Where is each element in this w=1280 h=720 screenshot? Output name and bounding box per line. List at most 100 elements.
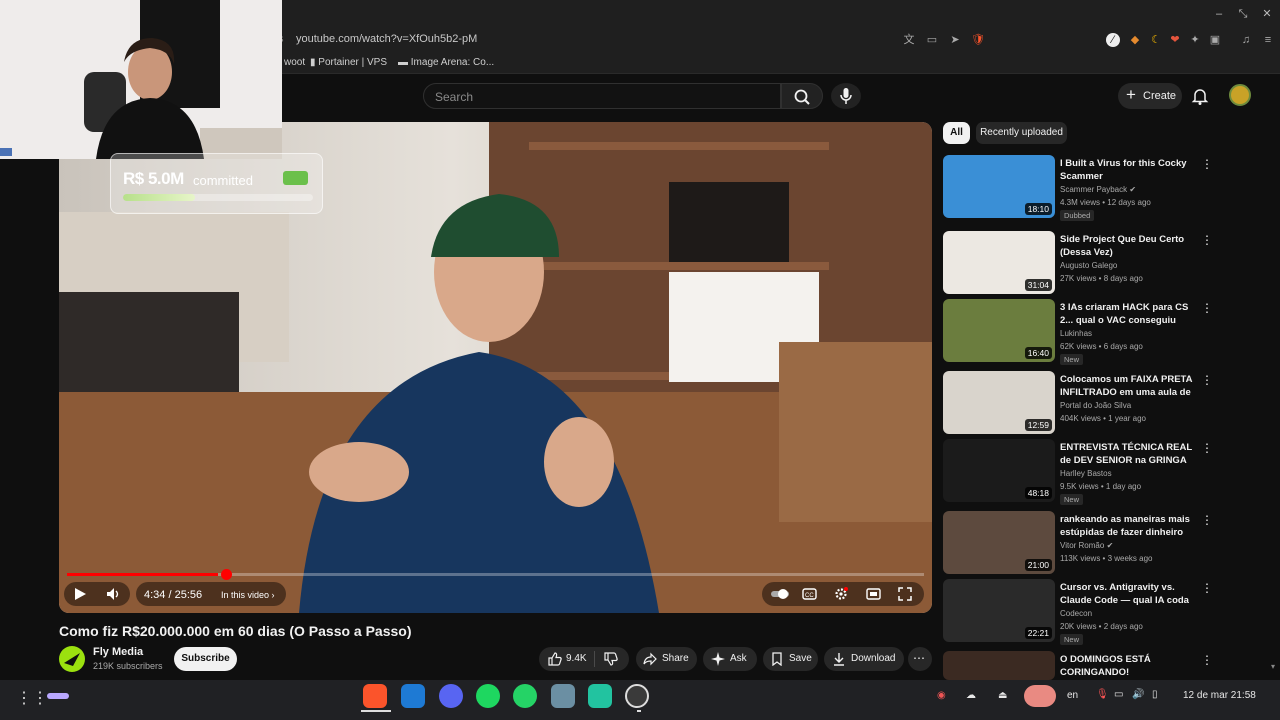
voice-search-button[interactable]	[831, 83, 861, 109]
more-vertical-icon[interactable]: ⋮	[1201, 441, 1213, 455]
recommendation-channel[interactable]: Scammer Payback ✔	[1060, 185, 1136, 194]
settings-gear-icon[interactable]	[834, 587, 848, 604]
brave-browser-icon[interactable]	[363, 684, 387, 708]
workspace-indicator[interactable]	[47, 693, 69, 699]
menu-icon[interactable]: ≡	[1261, 33, 1275, 47]
cloud-icon[interactable]: ☁	[966, 690, 976, 701]
more-vertical-icon[interactable]: ⋮	[1201, 581, 1213, 595]
download-button[interactable]: Download	[824, 647, 904, 671]
whatsapp-icon[interactable]	[513, 684, 537, 708]
bookmark-item[interactable]: ▮ Portainer | VPS	[310, 57, 387, 68]
recommendation-title[interactable]: Colocamos um FAIXA PRETA INFILTRADO em u…	[1060, 373, 1195, 399]
extension-moon-icon[interactable]: ☾	[1149, 33, 1163, 47]
sidebar-icon[interactable]: ▣	[1208, 33, 1222, 47]
autoplay-toggle[interactable]	[770, 587, 790, 604]
restore-icon[interactable]: ⤡	[1235, 6, 1251, 22]
search-button[interactable]	[781, 83, 823, 109]
more-vertical-icon[interactable]: ⋮	[1201, 373, 1213, 387]
recommendation-channel[interactable]: Augusto Galego	[1060, 261, 1117, 270]
recommendation-channel[interactable]: Harlley Bastos	[1060, 469, 1112, 478]
more-vertical-icon[interactable]: ⋮	[1201, 233, 1213, 247]
more-vertical-icon[interactable]: ⋮	[1201, 157, 1213, 171]
recommendation-channel[interactable]: Lukinhas	[1060, 329, 1092, 338]
volume-icon[interactable]	[106, 587, 120, 604]
create-button[interactable]: + Create	[1118, 83, 1182, 109]
video-thumbnail[interactable]: 21:00	[943, 511, 1055, 574]
ask-button[interactable]: Ask	[703, 647, 757, 671]
channel-avatar[interactable]	[59, 646, 85, 672]
recommendation-title[interactable]: rankeando as maneiras mais estúpidas de …	[1060, 513, 1195, 539]
video-thumbnail[interactable]: 22:21	[943, 579, 1055, 642]
captions-icon[interactable]: CC	[802, 587, 817, 604]
extension-fox-icon[interactable]: ◆	[1128, 33, 1142, 47]
recommendation-channel[interactable]: Portal do João Silva	[1060, 401, 1131, 410]
close-icon[interactable]: ✕	[1259, 6, 1275, 22]
media-icon[interactable]: ♫	[1239, 33, 1253, 47]
files-icon[interactable]	[551, 684, 575, 708]
scroll-down-icon[interactable]: ▾	[1271, 662, 1277, 672]
clock[interactable]: 12 de mar 21:58	[1183, 690, 1256, 701]
app-grid-icon[interactable]: ⋮⋮	[16, 688, 48, 708]
keyboard-layout[interactable]: en	[1067, 690, 1078, 701]
recommendation-title[interactable]: O DOMINGOS ESTÁ CORINGANDO!	[1060, 653, 1195, 679]
eject-icon[interactable]: ⏏	[998, 690, 1007, 701]
chip-recently-uploaded[interactable]: Recently uploaded	[976, 122, 1067, 144]
more-vertical-icon[interactable]: ⋮	[1201, 513, 1213, 527]
notifications-bell-icon[interactable]	[1190, 86, 1210, 106]
recommendation-title[interactable]: Side Project Que Deu Certo (Dessa Vez)	[1060, 233, 1195, 259]
more-actions-button[interactable]: ⋯	[908, 647, 932, 671]
recommendation-channel[interactable]: Codecon	[1060, 609, 1092, 618]
discord-icon[interactable]	[439, 684, 463, 708]
video-thumbnail[interactable]: 18:10	[943, 155, 1055, 218]
recommendation-item[interactable]: 31:04 Side Project Que Deu Certo (Dessa V…	[943, 231, 1263, 295]
dislike-icon[interactable]	[604, 652, 618, 666]
send-icon[interactable]: ➤	[948, 33, 962, 47]
progress-scrubber[interactable]	[220, 569, 232, 580]
account-avatar[interactable]	[1229, 84, 1251, 106]
brave-shields-icon[interactable]: 🛡	[971, 33, 985, 47]
extension-heart-icon[interactable]: ❤	[1168, 33, 1182, 47]
fullscreen-icon[interactable]	[898, 587, 912, 604]
recommendation-title[interactable]: ENTREVISTA TÉCNICA REAL de DEV SENIOR na…	[1060, 441, 1195, 467]
more-vertical-icon[interactable]: ⋮	[1201, 653, 1213, 667]
screen-share-indicator[interactable]	[1024, 685, 1056, 707]
like-icon[interactable]	[548, 652, 562, 666]
recommendation-item[interactable]: 21:00 rankeando as maneiras mais estúpida…	[943, 511, 1263, 575]
theater-mode-icon[interactable]	[866, 587, 881, 604]
postman-icon[interactable]	[588, 684, 612, 708]
recommendation-title[interactable]: I Built a Virus for this Cocky Scammer	[1060, 157, 1195, 183]
minimize-icon[interactable]: –	[1211, 6, 1227, 22]
save-button[interactable]: Save	[763, 647, 818, 671]
recommendation-title[interactable]: 3 IAs criaram HACK para CS 2... qual o V…	[1060, 301, 1195, 327]
like-count[interactable]: 9.4K	[566, 653, 587, 664]
video-thumbnail[interactable]: 48:18	[943, 439, 1055, 502]
recommendation-item[interactable]: 18:10 I Built a Virus for this Cocky Scam…	[943, 155, 1263, 221]
subscribe-button[interactable]: Subscribe	[174, 647, 237, 671]
bookmark-item[interactable]: ▬ Image Arena: Co...	[398, 57, 494, 68]
extension-icon[interactable]: ∕	[1106, 33, 1120, 47]
spotify-icon[interactable]	[476, 684, 500, 708]
recommendation-item[interactable]: 16:40 3 IAs criaram HACK para CS 2... qua…	[943, 299, 1263, 365]
more-vertical-icon[interactable]: ⋮	[1201, 301, 1213, 315]
volume-tray-icon[interactable]: 🔊	[1132, 689, 1144, 700]
translate-icon[interactable]: 文	[902, 33, 916, 47]
record-icon[interactable]: ◉	[937, 690, 946, 701]
battery-icon[interactable]: ▯	[1152, 689, 1158, 700]
screen-icon[interactable]: ▭	[1114, 689, 1123, 700]
recommendation-item[interactable]: 12:59 Colocamos um FAIXA PRETA INFILTRADO…	[943, 371, 1263, 435]
recommendation-item[interactable]: 48:18 ENTREVISTA TÉCNICA REAL de DEV SENI…	[943, 439, 1263, 505]
video-thumbnail[interactable]: 16:40	[943, 299, 1055, 362]
obs-icon[interactable]	[625, 684, 649, 708]
scrollbar[interactable]: ▾	[1270, 118, 1278, 680]
recommendation-title[interactable]: Cursor vs. Antigravity vs. Claude Code —…	[1060, 581, 1195, 607]
vscode-icon[interactable]	[401, 684, 425, 708]
url-text[interactable]: youtube.com/watch?v=XfOuh5b2-pM	[296, 33, 477, 45]
cast-icon[interactable]: ▭	[925, 33, 939, 47]
extensions-puzzle-icon[interactable]: ✦	[1188, 33, 1202, 47]
video-thumbnail[interactable]: 12:59	[943, 371, 1055, 434]
mic-active-icon[interactable]: 🎙	[1096, 689, 1109, 700]
share-button[interactable]: Share	[636, 647, 697, 671]
video-thumbnail[interactable]: 31:04	[943, 231, 1055, 294]
bookmark-item[interactable]: woot	[284, 57, 305, 68]
recommendation-item[interactable]: 22:21 Cursor vs. Antigravity vs. Claude C…	[943, 579, 1263, 645]
